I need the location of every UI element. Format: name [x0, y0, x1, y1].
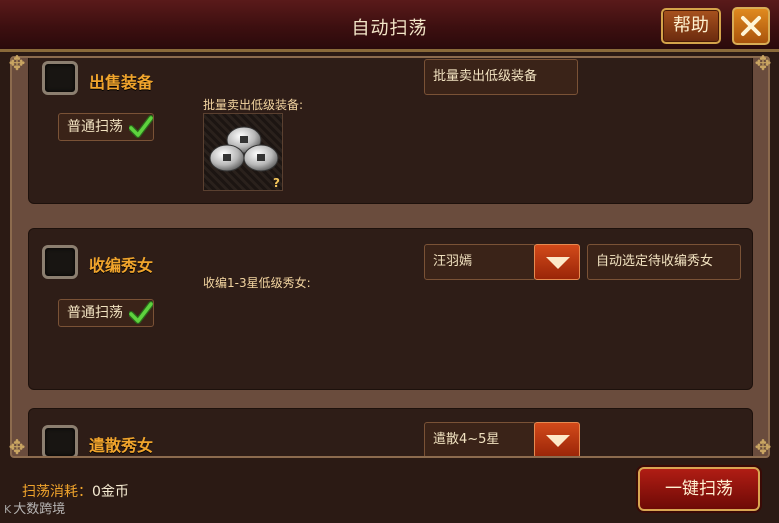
corner-ornament-icon: ✥: [754, 435, 772, 459]
help-button[interactable]: 帮助: [661, 8, 721, 44]
watermark-text: 大数跨境: [13, 502, 66, 517]
title-bar: 自动扫荡 帮助: [0, 0, 779, 52]
dismiss-maidens-checkbox[interactable]: [42, 425, 78, 456]
section-title: 遣散秀女: [89, 436, 154, 455]
section-title: 收编秀女: [89, 256, 154, 275]
sell-equipment-checkbox[interactable]: [42, 61, 78, 95]
dismiss-star-dropdown[interactable]: 遣散4~5星: [424, 422, 536, 456]
checkmark-icon: [129, 115, 153, 138]
dropdown-toggle-button[interactable]: [534, 244, 580, 280]
auto-select-maidens-button[interactable]: 自动选定待收编秀女: [587, 244, 741, 280]
sweep-cost-value: 0金币: [92, 484, 129, 500]
normal-sweep-toggle[interactable]: 普通扫荡: [58, 299, 154, 327]
chevron-down-icon: [546, 257, 570, 269]
section-title: 出售装备: [89, 73, 154, 92]
corner-ornament-icon: ✥: [754, 51, 772, 75]
recruit-maidens-checkbox[interactable]: [42, 245, 78, 279]
checkmark-icon: [129, 301, 153, 324]
close-button[interactable]: [732, 7, 770, 45]
sweep-chip-label: 普通扫荡: [67, 305, 123, 321]
content-panel: 出售装备 普通扫荡 批量卖出低级装备: ? 批量卖出低级装备 收编秀女 普通扫荡…: [10, 56, 770, 458]
normal-sweep-toggle[interactable]: 普通扫荡: [58, 113, 154, 141]
one-click-sweep-button[interactable]: 一键扫荡: [638, 467, 760, 511]
section-description: 收编1-3星低级秀女:: [203, 276, 311, 290]
bulk-sell-button[interactable]: 批量卖出低级装备: [424, 59, 578, 95]
section-recruit-maidens: 收编秀女 普通扫荡 收编1-3星低级秀女: 汪羽嫣 自动选定待收编秀女: [28, 228, 753, 390]
watermark: K 大数跨境: [4, 498, 65, 517]
section-description: 批量卖出低级装备:: [203, 98, 304, 112]
maiden-select-dropdown[interactable]: 汪羽嫣: [424, 244, 536, 280]
close-icon: [741, 16, 761, 36]
chevron-down-icon: [546, 435, 570, 447]
silver-coins-icon: [209, 126, 279, 172]
section-dismiss-maidens: 遣散秀女 遣散4~5星: [28, 408, 753, 456]
dropdown-toggle-button[interactable]: [534, 422, 580, 456]
item-slot[interactable]: ?: [203, 113, 283, 191]
item-badge: ?: [273, 176, 280, 190]
section-sell-equipment: 出售装备 普通扫荡 批量卖出低级装备: ? 批量卖出低级装备: [28, 58, 753, 204]
main-frame: 出售装备 普通扫荡 批量卖出低级装备: ? 批量卖出低级装备 收编秀女 普通扫荡…: [0, 52, 779, 523]
corner-ornament-icon: ✥: [8, 51, 26, 75]
sweep-chip-label: 普通扫荡: [67, 119, 123, 135]
watermark-logo: K: [4, 503, 12, 516]
corner-ornament-icon: ✥: [8, 435, 26, 459]
